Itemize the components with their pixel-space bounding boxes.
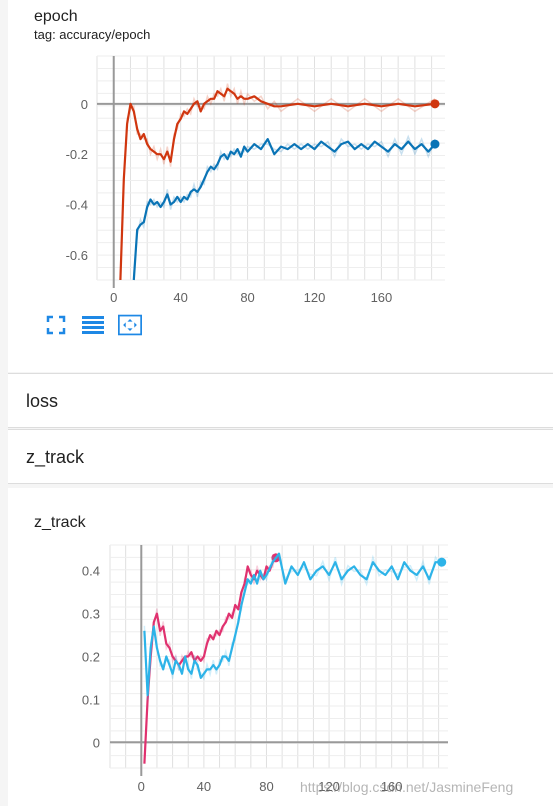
section-loss[interactable]: loss bbox=[8, 373, 553, 428]
section-z-track[interactable]: z_track bbox=[8, 429, 553, 484]
toggle-log-icon[interactable] bbox=[81, 313, 105, 337]
epoch-card: epoch tag: accuracy/epoch 0 40 80 120 160 0 -0… bbox=[8, 0, 553, 372]
z-track-chart[interactable]: 0 40 80 120 16000.10.20.30.4 bbox=[8, 488, 553, 806]
chart-toolbar bbox=[44, 313, 155, 337]
watermark: https://blog.csdn.net/JasmineFeng bbox=[300, 779, 514, 795]
y-tick-label: -0.2 bbox=[66, 147, 88, 162]
section-loss-label: loss bbox=[26, 391, 59, 411]
epoch-chart[interactable]: 0 40 80 120 160 0 -0.2 -0.4 -0.6 bbox=[8, 0, 553, 310]
y-tick-label: -0.4 bbox=[66, 197, 88, 212]
x-tick-label: 160 bbox=[371, 290, 393, 305]
y-tick-label: 0.1 bbox=[82, 692, 100, 707]
x-tick-label: 40 bbox=[173, 290, 187, 305]
y-tick-label: 0.2 bbox=[82, 650, 100, 665]
x-tick-label: 40 bbox=[197, 779, 211, 794]
series-raw-line bbox=[119, 83, 436, 276]
y-tick-label: 0 bbox=[81, 97, 88, 112]
x-tick-label: 120 bbox=[304, 290, 326, 305]
x-tick-label: 0 bbox=[110, 290, 117, 305]
fit-domain-icon[interactable] bbox=[44, 313, 68, 337]
series-line bbox=[132, 138, 436, 281]
x-tick-label: 80 bbox=[240, 290, 254, 305]
y-tick-label: 0.3 bbox=[82, 607, 100, 622]
y-tick-label: 0.4 bbox=[82, 564, 100, 579]
series-line bbox=[119, 87, 436, 281]
y-tick-label: -0.6 bbox=[66, 248, 88, 263]
series-line bbox=[143, 552, 442, 697]
series-end-point bbox=[437, 557, 447, 567]
x-tick-label: 80 bbox=[259, 779, 273, 794]
grid bbox=[96, 55, 445, 281]
series-line bbox=[143, 557, 277, 764]
fit-to-data-icon[interactable] bbox=[118, 313, 142, 337]
x-tick-label: 0 bbox=[138, 779, 145, 794]
series-end-point bbox=[430, 139, 440, 149]
y-tick-label: 0 bbox=[93, 735, 100, 750]
series-end-point bbox=[430, 99, 440, 109]
z-track-card: z_track 0 40 80 120 160 0 0.1 0.2 0.3 0.4 bbox=[8, 488, 553, 806]
section-z-track-label: z_track bbox=[26, 447, 85, 467]
